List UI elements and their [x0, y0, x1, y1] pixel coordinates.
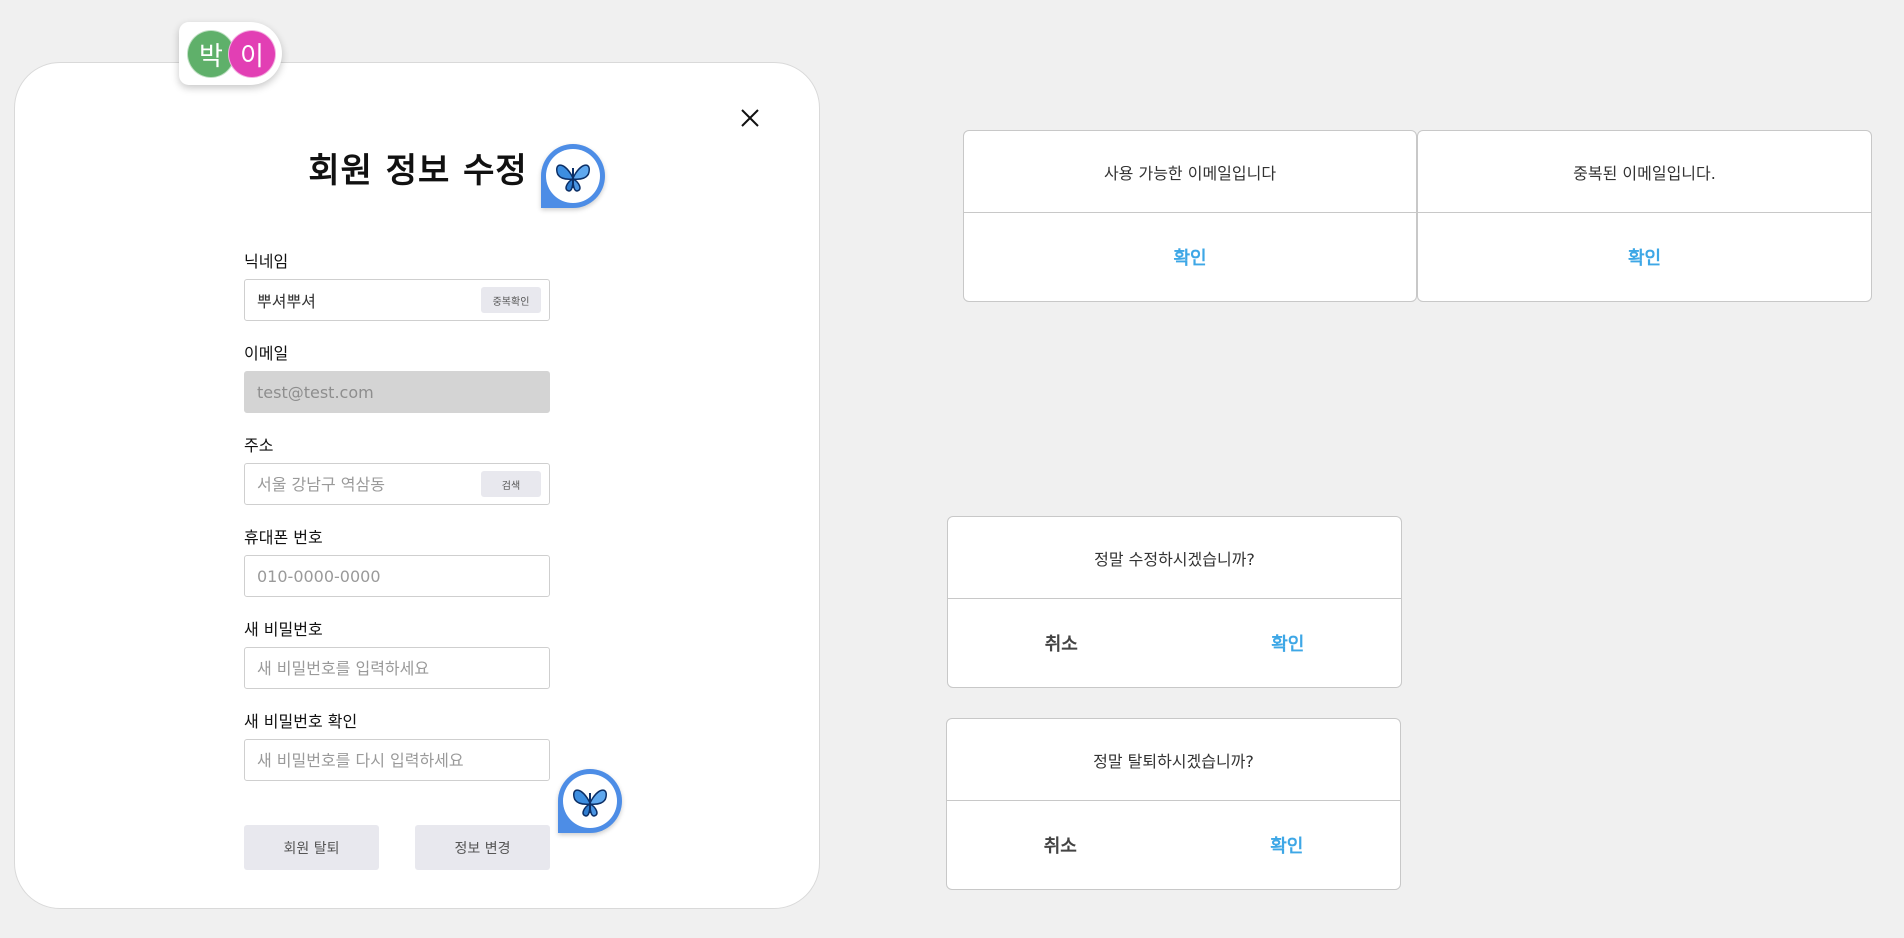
phone-label: 휴대폰 번호 [244, 528, 323, 547]
phone-input[interactable] [257, 556, 537, 596]
dialog-confirm-button[interactable]: 확인 [1241, 620, 1334, 666]
confirm-password-label: 새 비밀번호 확인 [244, 712, 358, 731]
page-title: 회원 정보 수정 [308, 151, 528, 191]
email-duplicate-dialog: 중복된 이메일입니다. 확인 [1417, 130, 1872, 302]
dialog-confirm-button[interactable]: 확인 [1143, 234, 1236, 280]
participant-avatars: 박 이 [179, 22, 282, 85]
phone-field-wrap [244, 555, 550, 597]
butterfly-icon [573, 789, 607, 817]
dialog-message: 정말 탈퇴하시겠습니까? [947, 719, 1400, 801]
dialog-message: 중복된 이메일입니다. [1418, 131, 1871, 213]
confirm-edit-dialog: 정말 수정하시겠습니까? 취소 확인 [947, 516, 1402, 688]
dialog-confirm-button[interactable]: 확인 [1598, 234, 1691, 280]
dialog-confirm-button[interactable]: 확인 [1240, 822, 1333, 868]
address-field-wrap: 검색 [244, 463, 550, 505]
email-input [257, 372, 477, 412]
nickname-input[interactable] [257, 280, 477, 320]
dialog-cancel-button[interactable]: 취소 [1015, 620, 1108, 666]
nickname-field-wrap: 중복확인 [244, 279, 550, 321]
butterfly-badge [541, 144, 605, 208]
new-password-input[interactable] [257, 648, 537, 688]
dialog-message: 사용 가능한 이메일입니다 [964, 131, 1416, 213]
new-password-field-wrap [244, 647, 550, 689]
address-input[interactable] [257, 464, 477, 504]
withdraw-button[interactable]: 회원 탈퇴 [244, 825, 379, 870]
check-duplicate-button[interactable]: 중복확인 [481, 287, 541, 313]
confirm-withdraw-dialog: 정말 탈퇴하시겠습니까? 취소 확인 [946, 718, 1401, 890]
close-icon [741, 109, 759, 127]
email-label: 이메일 [244, 344, 289, 363]
dialog-cancel-button[interactable]: 취소 [1014, 822, 1107, 868]
butterfly-badge-bottom [558, 769, 622, 833]
email-field-wrap [244, 371, 550, 413]
confirm-password-input[interactable] [257, 740, 537, 780]
confirm-password-field-wrap [244, 739, 550, 781]
email-available-dialog: 사용 가능한 이메일입니다 확인 [963, 130, 1417, 302]
butterfly-icon [556, 164, 590, 192]
avatar: 이 [228, 30, 276, 78]
dialog-message: 정말 수정하시겠습니까? [948, 517, 1401, 599]
edit-profile-modal: 회원 정보 수정 닉네임 중복확인 이메일 주소 검색 휴대폰 번호 새 비밀번… [14, 62, 820, 909]
address-search-button[interactable]: 검색 [481, 471, 541, 497]
close-button[interactable] [725, 93, 775, 143]
address-label: 주소 [244, 436, 274, 455]
update-info-button[interactable]: 정보 변경 [415, 825, 550, 870]
nickname-label: 닉네임 [244, 252, 289, 271]
new-password-label: 새 비밀번호 [244, 620, 323, 639]
